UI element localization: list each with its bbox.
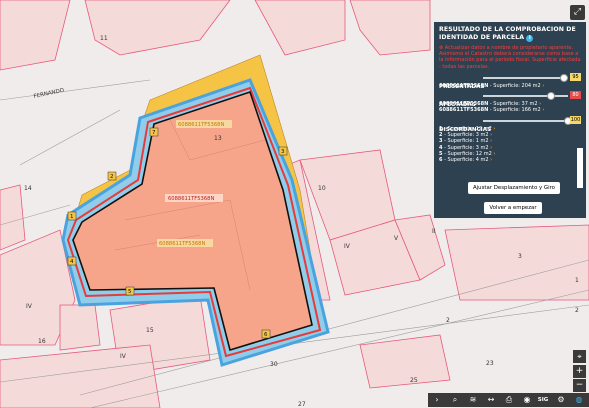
- svg-text:2: 2: [575, 307, 579, 314]
- svg-text:2: 2: [110, 174, 114, 180]
- presentadas-slider-knob[interactable]: [559, 73, 568, 82]
- presentadas-label: PRESENTADAS: [439, 83, 485, 90]
- afectadas-value: 80: [570, 91, 581, 100]
- info-icon[interactable]: i: [526, 35, 534, 42]
- discordancias-label: DISCORDANCIAS: [439, 126, 492, 133]
- svg-text:14: 14: [24, 185, 32, 192]
- svg-text:3: 3: [518, 253, 522, 260]
- presentadas-row: PRESENTADAS 95: [439, 72, 581, 90]
- print-icon[interactable]: ⎙: [502, 393, 516, 407]
- chevron-right-icon[interactable]: ›: [490, 157, 492, 163]
- svg-text:16: 16: [38, 338, 46, 345]
- afectadas-slider[interactable]: [483, 92, 568, 101]
- globe-icon[interactable]: ◍: [572, 393, 586, 407]
- settings-icon[interactable]: ⚙: [554, 393, 568, 407]
- afectadas-row: AFECTADAS 80: [439, 91, 581, 108]
- svg-text:1: 1: [70, 214, 74, 220]
- svg-text:3: 3: [281, 149, 285, 155]
- svg-text:6088611TF5368N: 6088611TF5368N: [168, 196, 214, 202]
- svg-text:23: 23: [486, 360, 494, 367]
- chevron-right-icon[interactable]: ›: [430, 393, 444, 407]
- list-item: 6 - Superficie: 4 m2 ›: [439, 157, 493, 164]
- volver-button[interactable]: Volver a empezar: [484, 202, 542, 214]
- panel-title: RESULTADO DE LA COMPROBACION DE IDENTIDA…: [439, 26, 576, 42]
- svg-text:30: 30: [270, 361, 278, 368]
- chevron-right-icon[interactable]: ›: [490, 145, 492, 151]
- sig-button[interactable]: SIG: [536, 393, 550, 407]
- svg-text:IV: IV: [26, 303, 33, 310]
- afectadas-slider-knob[interactable]: [547, 92, 555, 101]
- svg-text:13: 13: [214, 135, 222, 142]
- svg-text:27: 27: [298, 401, 306, 408]
- afectadas-parcel: 6088611TF5368N - Superficie: 166 m2 ›: [439, 107, 545, 114]
- zoom-in-button[interactable]: +: [573, 365, 586, 378]
- svg-text:25: 25: [410, 377, 418, 384]
- svg-text:6088611TF5368N: 6088611TF5368N: [178, 122, 224, 128]
- layers-icon[interactable]: ≋: [466, 393, 480, 407]
- locate-icon[interactable]: ⌖: [573, 350, 586, 363]
- svg-text:IV: IV: [120, 353, 127, 360]
- svg-text:7: 7: [152, 130, 156, 136]
- svg-text:2: 2: [446, 317, 450, 324]
- svg-text:6088611TF5368N: 6088611TF5368N: [159, 241, 205, 247]
- svg-text:4: 4: [70, 259, 74, 265]
- zoom-out-button[interactable]: −: [573, 379, 586, 392]
- afectadas-label: AFECTADAS: [439, 102, 476, 109]
- presentadas-slider[interactable]: [483, 73, 568, 82]
- svg-text:IV: IV: [344, 243, 351, 250]
- camera-icon[interactable]: ◉: [520, 393, 534, 407]
- svg-text:11: 11: [100, 35, 108, 42]
- svg-text:II: II: [432, 228, 436, 235]
- discordancias-slider[interactable]: [483, 116, 572, 125]
- chevron-right-icon[interactable]: ›: [490, 138, 492, 144]
- svg-text:15: 15: [146, 327, 154, 334]
- discordancias-value: 100: [570, 115, 581, 124]
- chevron-right-icon[interactable]: ›: [542, 83, 544, 89]
- ajustar-button[interactable]: Ajustar Desplazamiento y Giro: [468, 182, 560, 194]
- svg-text:6: 6: [264, 332, 268, 338]
- chevron-right-icon[interactable]: ›: [542, 107, 544, 113]
- list-scrollbar[interactable]: [577, 148, 583, 188]
- presentadas-value: 95: [570, 72, 581, 81]
- chevron-right-icon[interactable]: ›: [539, 101, 541, 107]
- warning-message: ⊗ Actualizar datos a nombre de propietar…: [439, 45, 581, 70]
- chevron-right-icon[interactable]: ›: [493, 151, 495, 157]
- svg-text:1: 1: [575, 277, 579, 284]
- chevron-right-icon[interactable]: ›: [493, 126, 495, 132]
- search-icon[interactable]: ⌕: [448, 393, 462, 407]
- result-panel: RESULTADO DE LA COMPROBACION DE IDENTIDA…: [434, 22, 586, 218]
- measure-icon[interactable]: ↔: [484, 393, 498, 407]
- discordancias-row: DISCORDANCIAS 100: [439, 115, 581, 133]
- expand-icon[interactable]: ⤢: [570, 5, 585, 20]
- svg-text:5: 5: [128, 289, 132, 295]
- svg-text:10: 10: [318, 185, 326, 192]
